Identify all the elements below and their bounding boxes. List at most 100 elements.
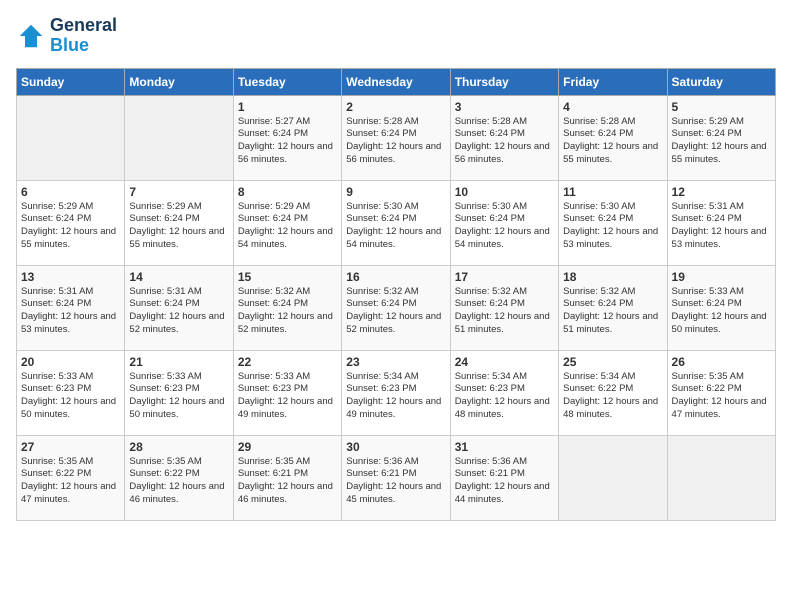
day-number: 31 xyxy=(455,440,554,454)
day-info: Sunrise: 5:30 AMSunset: 6:24 PMDaylight:… xyxy=(455,201,554,252)
day-number: 24 xyxy=(455,355,554,369)
day-info: Sunrise: 5:28 AMSunset: 6:24 PMDaylight:… xyxy=(455,116,554,167)
day-number: 17 xyxy=(455,270,554,284)
day-number: 16 xyxy=(346,270,445,284)
day-cell: 1Sunrise: 5:27 AMSunset: 6:24 PMDaylight… xyxy=(233,95,341,180)
day-number: 20 xyxy=(21,355,120,369)
week-row-4: 20 Sunrise: 5:33 AMSunset: 6:23 PMDayligh… xyxy=(17,350,776,435)
logo-name: General Blue xyxy=(50,16,117,56)
day-cell: 4 Sunrise: 5:28 AMSunset: 6:24 PMDaylight… xyxy=(559,95,667,180)
day-info: Sunrise: 5:32 AMSunset: 6:24 PMDaylight:… xyxy=(455,286,554,337)
col-header-saturday: Saturday xyxy=(667,68,775,95)
header-row: SundayMondayTuesdayWednesdayThursdayFrid… xyxy=(17,68,776,95)
day-cell: 14 Sunrise: 5:31 AMSunset: 6:24 PMDayligh… xyxy=(125,265,233,350)
day-number: 26 xyxy=(672,355,771,369)
day-number: 11 xyxy=(563,185,662,199)
day-cell: 16 Sunrise: 5:32 AMSunset: 6:24 PMDayligh… xyxy=(342,265,450,350)
day-info: Sunrise: 5:31 AMSunset: 6:24 PMDaylight:… xyxy=(672,201,771,252)
day-cell: 22 Sunrise: 5:33 AMSunset: 6:23 PMDayligh… xyxy=(233,350,341,435)
day-info: Sunrise: 5:27 AMSunset: 6:24 PMDaylight:… xyxy=(238,116,337,167)
day-number: 8 xyxy=(238,185,337,199)
day-cell: 6 Sunrise: 5:29 AMSunset: 6:24 PMDaylight… xyxy=(17,180,125,265)
logo: General Blue xyxy=(16,16,117,56)
day-number: 18 xyxy=(563,270,662,284)
day-number: 5 xyxy=(672,100,771,114)
day-cell: 30Sunrise: 5:36 AMSunset: 6:21 PMDayligh… xyxy=(342,435,450,520)
day-info: Sunrise: 5:32 AMSunset: 6:24 PMDaylight:… xyxy=(238,286,337,337)
day-cell: 26Sunrise: 5:35 AMSunset: 6:22 PMDayligh… xyxy=(667,350,775,435)
calendar-table: SundayMondayTuesdayWednesdayThursdayFrid… xyxy=(16,68,776,521)
day-number: 13 xyxy=(21,270,120,284)
day-info: Sunrise: 5:36 AMSunset: 6:21 PMDaylight:… xyxy=(455,456,554,507)
day-cell: 2 Sunrise: 5:28 AMSunset: 6:24 PMDaylight… xyxy=(342,95,450,180)
day-cell xyxy=(125,95,233,180)
col-header-sunday: Sunday xyxy=(17,68,125,95)
day-cell: 18 Sunrise: 5:32 AMSunset: 6:24 PMDayligh… xyxy=(559,265,667,350)
day-cell: 15 Sunrise: 5:32 AMSunset: 6:24 PMDayligh… xyxy=(233,265,341,350)
day-info: Sunrise: 5:29 AMSunset: 6:24 PMDaylight:… xyxy=(672,116,771,167)
day-number: 14 xyxy=(129,270,228,284)
day-number: 4 xyxy=(563,100,662,114)
day-cell: 8 Sunrise: 5:29 AMSunset: 6:24 PMDaylight… xyxy=(233,180,341,265)
day-info: Sunrise: 5:32 AMSunset: 6:24 PMDaylight:… xyxy=(563,286,662,337)
day-info: Sunrise: 5:34 AMSunset: 6:23 PMDaylight:… xyxy=(455,371,554,422)
col-header-friday: Friday xyxy=(559,68,667,95)
day-number: 19 xyxy=(672,270,771,284)
day-cell: 10 Sunrise: 5:30 AMSunset: 6:24 PMDayligh… xyxy=(450,180,558,265)
day-cell: 31 Sunrise: 5:36 AMSunset: 6:21 PMDayligh… xyxy=(450,435,558,520)
col-header-monday: Monday xyxy=(125,68,233,95)
day-cell: 12 Sunrise: 5:31 AMSunset: 6:24 PMDayligh… xyxy=(667,180,775,265)
day-info: Sunrise: 5:33 AMSunset: 6:24 PMDaylight:… xyxy=(672,286,771,337)
day-cell xyxy=(559,435,667,520)
col-header-thursday: Thursday xyxy=(450,68,558,95)
day-info: Sunrise: 5:31 AMSunset: 6:24 PMDaylight:… xyxy=(21,286,120,337)
day-info: Sunrise: 5:33 AMSunset: 6:23 PMDaylight:… xyxy=(238,371,337,422)
day-number: 23 xyxy=(346,355,445,369)
day-cell: 13 Sunrise: 5:31 AMSunset: 6:24 PMDayligh… xyxy=(17,265,125,350)
day-info: Sunrise: 5:31 AMSunset: 6:24 PMDaylight:… xyxy=(129,286,228,337)
day-cell xyxy=(17,95,125,180)
day-info: Sunrise: 5:30 AMSunset: 6:24 PMDaylight:… xyxy=(346,201,445,252)
day-info: Sunrise: 5:28 AMSunset: 6:24 PMDaylight:… xyxy=(563,116,662,167)
logo-icon xyxy=(16,21,46,51)
day-cell: 28Sunrise: 5:35 AMSunset: 6:22 PMDayligh… xyxy=(125,435,233,520)
day-cell: 21 Sunrise: 5:33 AMSunset: 6:23 PMDayligh… xyxy=(125,350,233,435)
day-number: 27 xyxy=(21,440,120,454)
day-info: Sunrise: 5:33 AMSunset: 6:23 PMDaylight:… xyxy=(129,371,228,422)
day-number: 3 xyxy=(455,100,554,114)
day-cell: 29Sunrise: 5:35 AMSunset: 6:21 PMDayligh… xyxy=(233,435,341,520)
day-number: 22 xyxy=(238,355,337,369)
day-cell: 9 Sunrise: 5:30 AMSunset: 6:24 PMDaylight… xyxy=(342,180,450,265)
day-number: 29 xyxy=(238,440,337,454)
day-info: Sunrise: 5:30 AMSunset: 6:24 PMDaylight:… xyxy=(563,201,662,252)
day-number: 12 xyxy=(672,185,771,199)
day-cell: 7Sunrise: 5:29 AMSunset: 6:24 PMDaylight… xyxy=(125,180,233,265)
day-number: 15 xyxy=(238,270,337,284)
day-info: Sunrise: 5:29 AMSunset: 6:24 PMDaylight:… xyxy=(21,201,120,252)
day-info: Sunrise: 5:28 AMSunset: 6:24 PMDaylight:… xyxy=(346,116,445,167)
week-row-3: 13 Sunrise: 5:31 AMSunset: 6:24 PMDayligh… xyxy=(17,265,776,350)
day-info: Sunrise: 5:29 AMSunset: 6:24 PMDaylight:… xyxy=(129,201,228,252)
col-header-wednesday: Wednesday xyxy=(342,68,450,95)
day-info: Sunrise: 5:32 AMSunset: 6:24 PMDaylight:… xyxy=(346,286,445,337)
day-cell: 5 Sunrise: 5:29 AMSunset: 6:24 PMDaylight… xyxy=(667,95,775,180)
col-header-tuesday: Tuesday xyxy=(233,68,341,95)
day-number: 10 xyxy=(455,185,554,199)
day-info: Sunrise: 5:36 AMSunset: 6:21 PMDaylight:… xyxy=(346,456,445,507)
day-number: 28 xyxy=(129,440,228,454)
day-info: Sunrise: 5:35 AMSunset: 6:22 PMDaylight:… xyxy=(21,456,120,507)
page-header: General Blue xyxy=(16,16,776,56)
day-cell: 27 Sunrise: 5:35 AMSunset: 6:22 PMDayligh… xyxy=(17,435,125,520)
day-number: 9 xyxy=(346,185,445,199)
day-number: 6 xyxy=(21,185,120,199)
day-info: Sunrise: 5:29 AMSunset: 6:24 PMDaylight:… xyxy=(238,201,337,252)
day-cell: 24 Sunrise: 5:34 AMSunset: 6:23 PMDayligh… xyxy=(450,350,558,435)
week-row-2: 6 Sunrise: 5:29 AMSunset: 6:24 PMDaylight… xyxy=(17,180,776,265)
day-number: 21 xyxy=(129,355,228,369)
day-cell: 11 Sunrise: 5:30 AMSunset: 6:24 PMDayligh… xyxy=(559,180,667,265)
week-row-1: 1Sunrise: 5:27 AMSunset: 6:24 PMDaylight… xyxy=(17,95,776,180)
day-cell: 3 Sunrise: 5:28 AMSunset: 6:24 PMDaylight… xyxy=(450,95,558,180)
day-cell: 20Sunrise: 5:33 AMSunset: 6:23 PMDayligh… xyxy=(17,350,125,435)
day-number: 2 xyxy=(346,100,445,114)
day-cell xyxy=(667,435,775,520)
